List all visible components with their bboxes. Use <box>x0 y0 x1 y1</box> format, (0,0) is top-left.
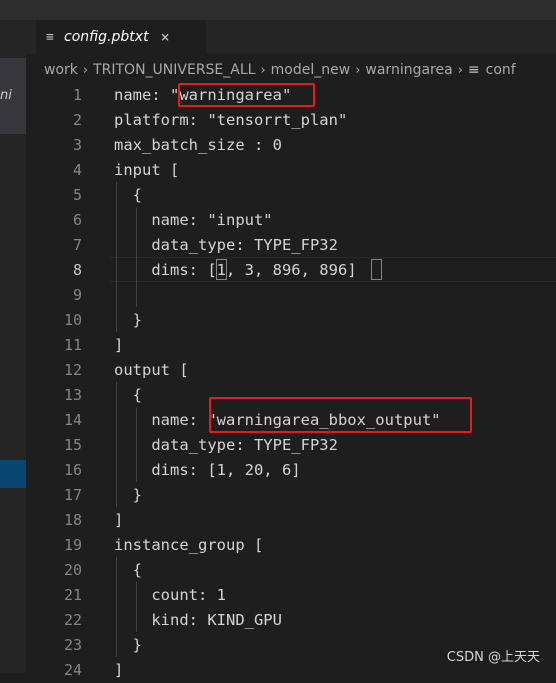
breadcrumb-work[interactable]: work <box>44 62 78 78</box>
code-text[interactable]: output [ <box>114 358 189 383</box>
code-text[interactable]: count: 1 <box>114 583 226 608</box>
code-line[interactable]: 6 name: "input" <box>0 208 556 233</box>
code-line[interactable]: 3 max_batch_size : 0 <box>0 133 556 158</box>
line-number: 15 <box>63 436 82 454</box>
code-line[interactable]: 4 input [ <box>0 158 556 183</box>
code-text[interactable]: { <box>114 383 142 408</box>
code-text[interactable]: } <box>114 308 142 333</box>
code-line[interactable]: 5 { <box>0 183 556 208</box>
code-text[interactable]: } <box>114 483 142 508</box>
line-number: 9 <box>72 286 82 304</box>
line-number: 7 <box>72 236 82 254</box>
line-number: 21 <box>63 586 82 604</box>
code-line[interactable]: 18] <box>0 508 556 533</box>
line-number: 2 <box>72 111 82 129</box>
code-text[interactable]: name: "input" <box>114 208 272 233</box>
code-text[interactable]: ] <box>114 508 123 533</box>
line-number: 12 <box>63 361 82 379</box>
chevron-right-icon: › <box>260 62 266 78</box>
code-text[interactable]: data_type: TYPE_FP32 <box>114 433 338 458</box>
chevron-right-icon: › <box>457 62 463 78</box>
line-number: 18 <box>63 511 82 529</box>
line-number: 20 <box>63 561 82 579</box>
line-number: 17 <box>63 486 82 504</box>
annotation-box-output-name <box>209 397 472 433</box>
code-line[interactable]: 8 dims: [1, 3, 896, 896] <box>0 258 556 283</box>
code-line[interactable]: 7 data_type: TYPE_FP32 <box>0 233 556 258</box>
watermark: CSDN @上天天 <box>446 650 540 665</box>
chevron-right-icon: › <box>355 62 361 78</box>
line-number: 13 <box>63 386 82 404</box>
code-line[interactable]: 2 platform: "tensorrt_plan" <box>0 108 556 133</box>
code-line[interactable]: 16 dims: [1, 20, 6] <box>0 458 556 483</box>
lines-icon: ≡ <box>467 62 480 78</box>
line-number: 23 <box>63 636 82 654</box>
code-text[interactable]: { <box>114 183 142 208</box>
code-line[interactable]: 22 kind: KIND_GPU <box>0 608 556 633</box>
matched-bracket <box>371 259 382 280</box>
code-text[interactable]: } <box>114 633 142 658</box>
breadcrumb-model-new[interactable]: model_new <box>271 62 351 78</box>
code-line[interactable]: 15 data_type: TYPE_FP32 <box>0 433 556 458</box>
chevron-right-icon: › <box>82 62 89 78</box>
tab-bar: ≡ config.pbtxt × <box>26 20 556 54</box>
tab-config-pbtxt[interactable]: ≡ config.pbtxt × <box>36 20 206 54</box>
line-number: 14 <box>63 411 82 429</box>
code-line[interactable]: 20 { <box>0 558 556 583</box>
line-number: 22 <box>63 611 82 629</box>
line-number: 6 <box>72 211 82 229</box>
code-text[interactable]: ] <box>114 333 123 358</box>
close-icon[interactable]: × <box>161 28 170 46</box>
code-text[interactable]: ] <box>114 658 123 683</box>
code-text[interactable]: dims: [1, 3, 896, 896] <box>114 258 356 283</box>
code-text[interactable]: kind: KIND_GPU <box>114 608 282 633</box>
matched-bracket <box>216 259 227 280</box>
breadcrumb-config-file[interactable]: conf <box>486 62 516 78</box>
tab-label: config.pbtxt <box>64 29 149 45</box>
code-line[interactable]: 9 <box>0 283 556 308</box>
code-line[interactable]: 17 } <box>0 483 556 508</box>
code-text[interactable]: instance_group [ <box>114 533 263 558</box>
code-line[interactable]: 21 count: 1 <box>0 583 556 608</box>
code-line[interactable]: 11] <box>0 333 556 358</box>
line-number: 3 <box>72 136 82 154</box>
line-number: 19 <box>63 536 82 554</box>
code-line[interactable]: 12 output [ <box>0 358 556 383</box>
line-number: 10 <box>63 311 82 329</box>
annotation-box-model-name <box>178 83 315 107</box>
breadcrumb-triton-universe-all[interactable]: TRITON_UNIVERSE_ALL <box>93 62 255 78</box>
line-number: 5 <box>72 186 82 204</box>
window-title-bar <box>0 0 556 20</box>
code-text[interactable]: dims: [1, 20, 6] <box>114 458 300 483</box>
line-number: 24 <box>63 661 82 679</box>
code-line[interactable]: 10 } <box>0 308 556 333</box>
code-line[interactable]: 19 instance_group [ <box>0 533 556 558</box>
line-number: 8 <box>72 261 82 279</box>
code-text[interactable]: platform: "tensorrt_plan" <box>114 108 347 133</box>
code-text[interactable]: input [ <box>114 158 179 183</box>
code-text[interactable]: data_type: TYPE_FP32 <box>114 233 338 258</box>
line-number: 11 <box>63 336 82 354</box>
code-text[interactable]: { <box>114 558 142 583</box>
line-number: 1 <box>72 86 82 104</box>
lines-icon: ≡ <box>46 29 54 45</box>
breadcrumb-warningarea[interactable]: warningarea <box>365 62 452 78</box>
line-number: 16 <box>63 461 82 479</box>
breadcrumb: work › TRITON_UNIVERSE_ALL › model_new ›… <box>44 58 556 82</box>
line-number: 4 <box>72 161 82 179</box>
code-text[interactable]: max_batch_size : 0 <box>114 133 282 158</box>
